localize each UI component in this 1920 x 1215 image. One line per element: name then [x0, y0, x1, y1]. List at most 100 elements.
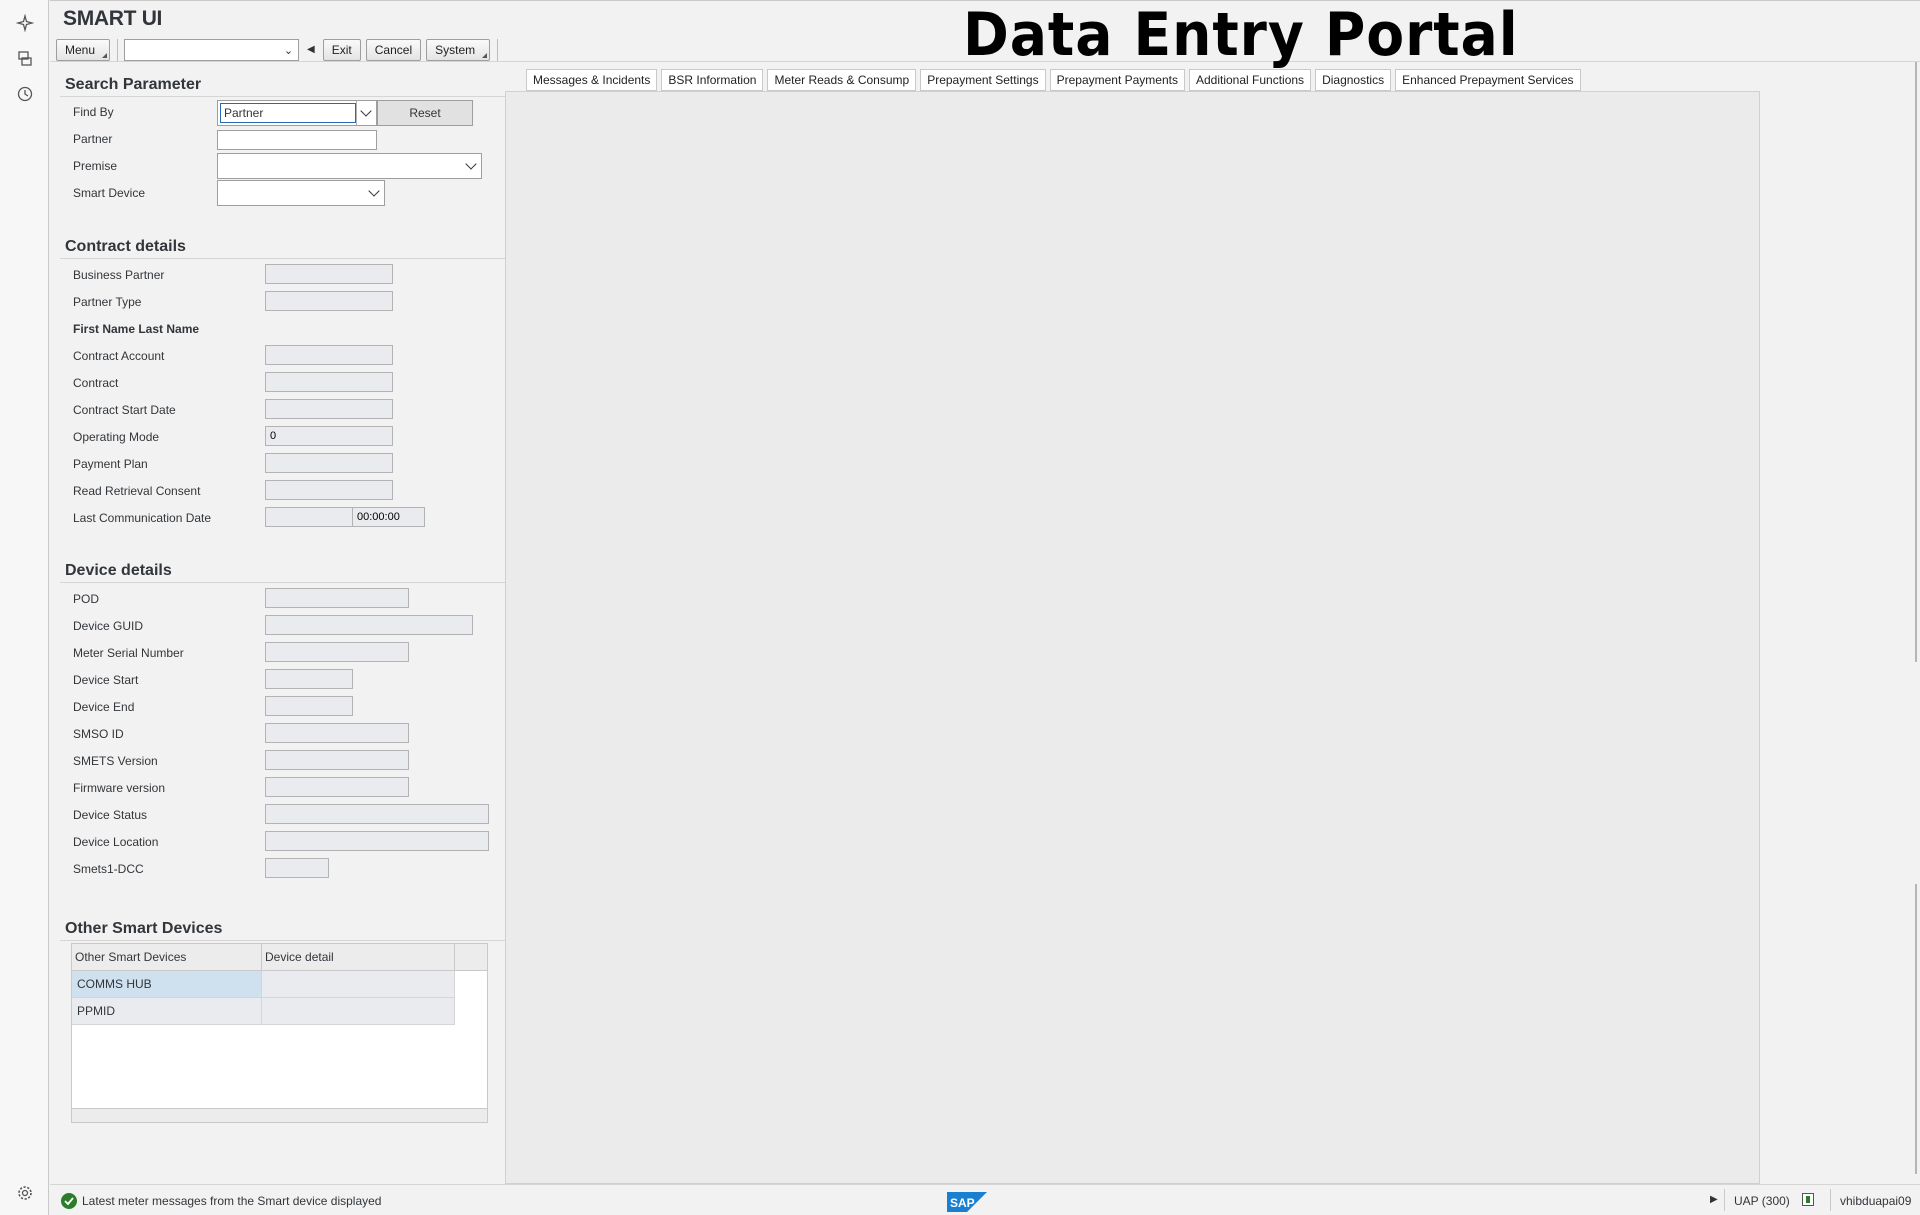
- table-footer-scrollbar[interactable]: [72, 1108, 487, 1122]
- last-communication-date-field: [265, 507, 353, 527]
- tab-additional-functions[interactable]: Additional Functions: [1188, 69, 1312, 91]
- smets1-dcc-label: Smets1-DCC: [73, 862, 144, 876]
- vertical-scrollbar[interactable]: [1915, 62, 1917, 662]
- column-header-device[interactable]: Other Smart Devices: [72, 944, 262, 971]
- table-row[interactable]: PPMID: [72, 998, 455, 1025]
- tab-enhanced-prepayment-services[interactable]: Enhanced Prepayment Services: [1395, 69, 1581, 91]
- detail-cell[interactable]: [262, 971, 455, 997]
- contract-label: Contract: [73, 376, 119, 390]
- premise-label: Premise: [73, 159, 118, 173]
- pod-field: [265, 588, 409, 608]
- contract-start-date-label: Contract Start Date: [73, 403, 176, 417]
- tab-diagnostics[interactable]: Diagnostics: [1315, 69, 1392, 91]
- command-field[interactable]: ⌄: [124, 38, 300, 61]
- contract-details-title: Contract details: [65, 238, 186, 255]
- partner-label: Partner: [73, 132, 113, 146]
- table-header: Other Smart Devices Device detail: [72, 944, 487, 971]
- tab-prepayment-settings[interactable]: Prepayment Settings: [920, 69, 1046, 91]
- tab-prepayment-payments[interactable]: Prepayment Payments: [1049, 69, 1185, 91]
- contract-account-field: [265, 345, 393, 365]
- settings-icon[interactable]: [14, 1182, 36, 1204]
- find-by-dropdown-button[interactable]: [356, 101, 376, 125]
- firmware-version-label: Firmware version: [73, 781, 166, 795]
- tab-meter-reads-consump[interactable]: Meter Reads & Consump: [767, 69, 917, 91]
- payment-plan-field: [265, 453, 393, 473]
- partner-type-field: [265, 291, 393, 311]
- exit-button[interactable]: Exit: [322, 38, 361, 61]
- tab-bsr-information[interactable]: BSR Information: [661, 69, 764, 91]
- device-start-label: Device Start: [73, 673, 139, 687]
- header: SMART UI Data Entry Portal Menu ⌄ ◀ Exit…: [50, 0, 1920, 70]
- firmware-version-field: [265, 777, 409, 797]
- last-communication-time-field: 00:00:00: [352, 507, 425, 527]
- status-separator: [1830, 1189, 1831, 1211]
- transaction-icon[interactable]: [14, 48, 36, 70]
- smets-version-label: SMETS Version: [73, 754, 158, 768]
- smart-device-label: Smart Device: [73, 186, 146, 200]
- device-guid-field: [265, 615, 473, 635]
- column-header-detail[interactable]: Device detail: [262, 944, 455, 971]
- chevron-down-icon: [368, 185, 380, 197]
- last-communication-date-label: Last Communication Date: [73, 511, 212, 525]
- cancel-button[interactable]: Cancel: [365, 38, 422, 61]
- table-row[interactable]: COMMS HUB: [72, 971, 455, 998]
- tab-strip: Messages & Incidents BSR Information Met…: [526, 69, 1585, 91]
- device-end-label: Device End: [73, 700, 135, 714]
- detail-cell[interactable]: [262, 998, 455, 1024]
- contract-field: [265, 372, 393, 392]
- device-cell[interactable]: COMMS HUB: [72, 971, 262, 997]
- smets-version-field: [265, 750, 409, 770]
- search-parameter-title: Search Parameter: [65, 76, 202, 93]
- status-message[interactable]: Latest meter messages from the Smart dev…: [82, 1194, 381, 1208]
- chevron-down-icon: [360, 105, 372, 117]
- smets1-dcc-field: [265, 858, 329, 878]
- toolbar: Menu ⌄ ◀ Exit Cancel System: [56, 38, 504, 61]
- status-separator: [1724, 1189, 1725, 1211]
- system-button[interactable]: System: [426, 38, 491, 61]
- premise-select[interactable]: [217, 153, 482, 179]
- smso-id-field: [265, 723, 409, 743]
- expand-arrow-icon[interactable]: ▶: [1710, 1194, 1718, 1205]
- section-divider: [60, 582, 505, 583]
- session-indicator: [1806, 1196, 1810, 1203]
- smso-id-label: SMSO ID: [73, 727, 124, 741]
- business-partner-field: [265, 264, 393, 284]
- device-guid-label: Device GUID: [73, 619, 144, 633]
- device-details-title: Device details: [65, 562, 172, 579]
- section-divider: [60, 96, 505, 97]
- menu-corner-icon: [102, 52, 108, 58]
- chevron-down-icon: [465, 158, 477, 170]
- left-rail: [0, 0, 49, 1215]
- system-info[interactable]: UAP (300): [1734, 1194, 1790, 1208]
- menu-button[interactable]: Menu: [56, 38, 111, 61]
- system-corner-icon: [482, 52, 488, 58]
- section-divider: [60, 940, 505, 941]
- device-status-label: Device Status: [73, 808, 148, 822]
- find-by-value: Partner: [220, 103, 356, 123]
- find-by-label: Find By: [73, 105, 114, 119]
- user-name[interactable]: vhibduapai09: [1840, 1194, 1911, 1208]
- reset-button[interactable]: Reset: [377, 100, 473, 126]
- partner-input[interactable]: [217, 130, 377, 150]
- device-cell[interactable]: PPMID: [72, 998, 262, 1024]
- menu-button-label: Menu: [65, 42, 96, 57]
- device-status-field: [265, 804, 489, 824]
- find-by-select[interactable]: Partner: [217, 100, 377, 126]
- meter-serial-number-field: [265, 642, 409, 662]
- sparkle-icon[interactable]: [14, 12, 36, 34]
- device-location-label: Device Location: [73, 835, 159, 849]
- partner-type-label: Partner Type: [73, 295, 142, 309]
- vertical-scrollbar-lower[interactable]: [1915, 884, 1917, 1174]
- history-icon[interactable]: [14, 83, 36, 105]
- svg-text:SAP: SAP: [950, 1196, 975, 1210]
- smart-device-select[interactable]: [217, 180, 385, 206]
- collapse-arrow-icon[interactable]: ◀: [307, 44, 315, 55]
- session-icon[interactable]: [1802, 1193, 1814, 1206]
- business-partner-label: Business Partner: [73, 268, 165, 282]
- payment-plan-label: Payment Plan: [73, 457, 148, 471]
- chevron-down-icon: ⌄: [283, 44, 294, 57]
- tab-messages-incidents[interactable]: Messages & Incidents: [526, 69, 658, 91]
- customer-name: First Name Last Name: [73, 322, 200, 336]
- toolbar-separator: [117, 38, 119, 61]
- portal-banner: Data Entry Portal: [963, 0, 1519, 70]
